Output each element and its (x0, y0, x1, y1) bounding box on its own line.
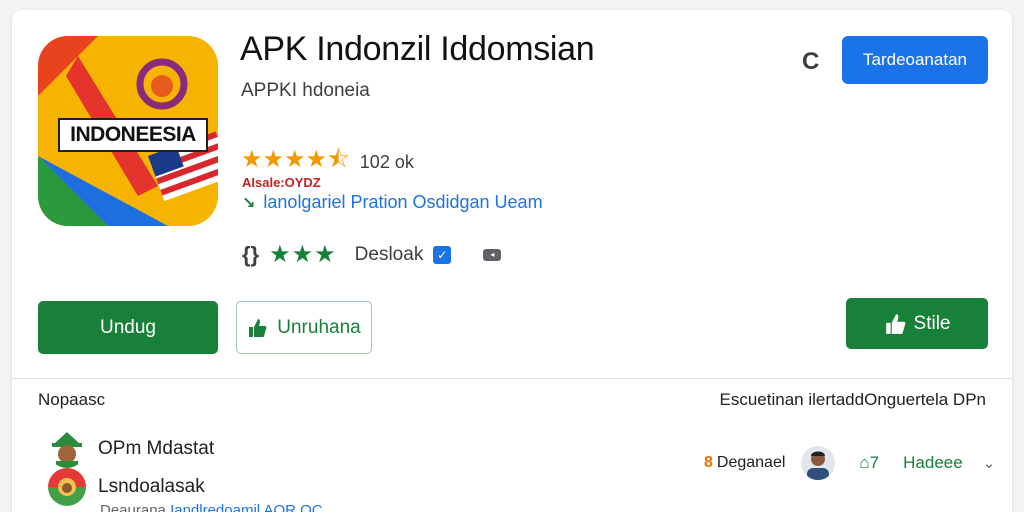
app-icon: INDONEESIA (38, 36, 218, 226)
meta-label: Desloak (354, 243, 424, 265)
tag-icon: ◂ (483, 248, 502, 261)
section-link[interactable]: Escuetinan ilertaddOnguertela DPn (720, 390, 987, 410)
check-icon: ✓ (433, 245, 452, 264)
section-heading: Nopaasc (38, 390, 106, 409)
rating-count: 102 ok (359, 152, 414, 172)
app-subtitle[interactable]: APPKI hdoneia (241, 80, 370, 102)
meta-row: {} ★★★ Desloak ✓ ◂ (242, 240, 502, 269)
lock-icon[interactable]: ⌂7 (859, 453, 879, 473)
age-label: AIsale:OYDZ (242, 175, 321, 190)
avatar (48, 468, 86, 506)
app-card: INDONEESIA APK Indonzil Iddomsian APPKI … (12, 10, 1012, 512)
thumbs-up-icon (884, 313, 906, 335)
chevron-down-icon[interactable]: ⌄ (983, 454, 996, 472)
help-link[interactable]: Hadeee (903, 453, 963, 473)
app-title: APK Indonzil Iddomsian (240, 30, 595, 68)
outline-button[interactable]: Unruhana (236, 301, 372, 354)
developer-label[interactable]: Deganael (717, 454, 786, 472)
review-subtitle-prefix: Deaurana (100, 502, 166, 512)
stile-button[interactable]: Stile (846, 298, 988, 349)
review-subtitle: Deaurana Iandlredoamil AOR OC (100, 502, 323, 512)
outline-button-label: Unruhana (277, 316, 361, 338)
review-author: OPm Mdastat (98, 438, 215, 459)
stile-button-label: Stile (913, 312, 951, 334)
thumbs-up-icon (247, 318, 267, 338)
divider (12, 378, 1012, 379)
refresh-icon[interactable]: C (802, 48, 819, 76)
review-author: Lsndoalasak (98, 476, 205, 497)
icon-banner: INDONEESIA (58, 118, 208, 152)
developer-badge-icon: 8 (704, 454, 713, 471)
primary-top-button[interactable]: Tardeoanatan (842, 36, 988, 84)
developer-meta: 8 Deganael ⌂7 Hadeee ⌄ (704, 446, 995, 480)
unduh-button[interactable]: Undug (38, 301, 218, 354)
tagline-text: lanolgariel Pration Osdidgan Ueam (263, 192, 543, 212)
avatar (48, 430, 86, 468)
bracket-icon: {} (242, 241, 260, 267)
review-subtitle-link[interactable]: Iandlredoamil AOR OC (170, 502, 323, 512)
developer-avatar[interactable] (801, 446, 836, 480)
tagline[interactable]: ↘ lanolgariel Pration Osdidgan Ueam (242, 192, 543, 213)
review-item[interactable]: Lsndoalasak (48, 468, 205, 506)
arrow-icon: ↘ (242, 194, 256, 212)
review-item[interactable]: OPm Mdastat (48, 430, 214, 468)
green-stars-icon: ★★★ (269, 241, 337, 268)
